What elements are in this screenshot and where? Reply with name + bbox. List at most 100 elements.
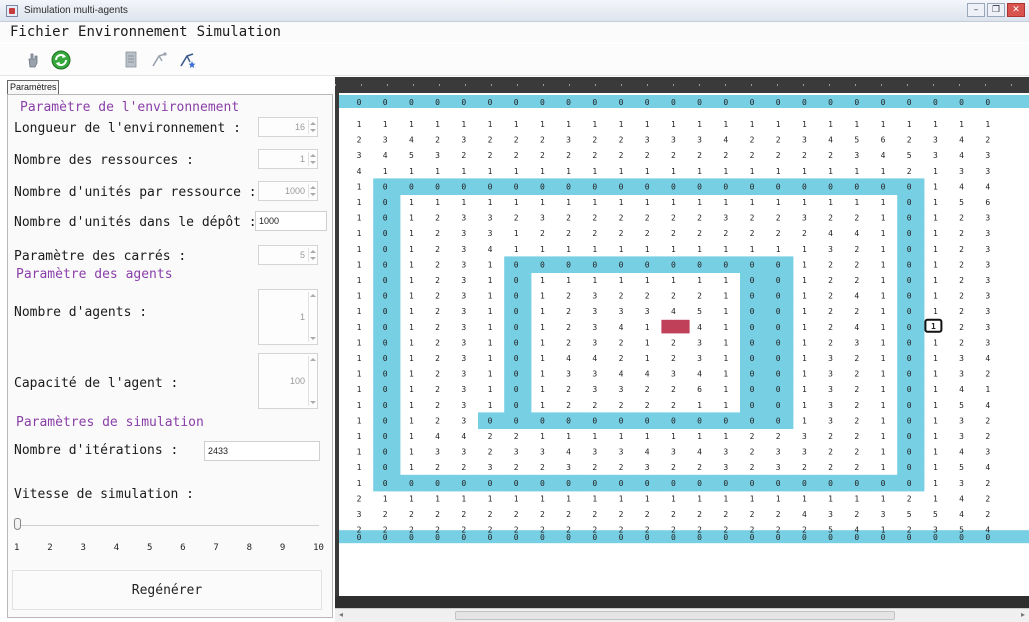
grid-cell: 2 — [671, 385, 676, 394]
ring-cell: 0 — [540, 260, 545, 269]
grid-cell: 1 — [933, 198, 938, 207]
grid-cell: 1 — [776, 198, 781, 207]
grid-cell: 3 — [802, 432, 807, 441]
grid-cell: 1 — [933, 120, 938, 129]
spinner-arrows-icon[interactable] — [308, 184, 316, 198]
grid-cell: 3 — [933, 136, 938, 145]
squares-stepper[interactable]: 5 — [258, 245, 318, 265]
grid-cell: 1 — [881, 526, 886, 535]
agent-capacity-stepper[interactable]: 100 — [258, 353, 318, 409]
grid-cell: 1 — [488, 167, 493, 176]
grid-cell: 3 — [697, 354, 702, 363]
grid-cell: 2 — [566, 323, 571, 332]
ring-cell: 0 — [907, 448, 912, 457]
speed-slider-track[interactable] — [14, 525, 319, 526]
ring-cell: 0 — [383, 432, 388, 441]
scroll-right-icon[interactable]: ▸ — [1021, 610, 1025, 619]
menu-environnement[interactable]: Environnement — [78, 24, 188, 40]
length-stepper[interactable]: 16 — [258, 117, 318, 137]
grid-cell: 1 — [933, 479, 938, 488]
grid-cell: 1 — [619, 245, 624, 254]
hand-icon[interactable] — [20, 47, 46, 73]
grid-cell: 1 — [723, 198, 728, 207]
ring-cell: 0 — [750, 276, 755, 285]
environment-grid[interactable]: 0 0 0 0 0 0 0 0 0 0 0 0 0 0 0 0 0 0 0 0 0 0 0 0 0 0 0 0 0 0 0 0 0 0 0 0 0 0 0 0… — [335, 93, 1029, 596]
grid-cell: 1 — [802, 292, 807, 301]
grid-cell: 3 — [461, 292, 466, 301]
grid-cell: 2 — [985, 479, 990, 488]
grid-cell: 1 — [723, 385, 728, 394]
ring-cell: 0 — [907, 323, 912, 332]
ring-cell: 0 — [619, 416, 624, 425]
grid-cell: 1 — [776, 494, 781, 503]
grid-cell: 3 — [985, 323, 990, 332]
ring-cell: 0 — [671, 479, 676, 488]
horizontal-scrollbar[interactable]: ◂ ▸ — [335, 608, 1029, 622]
ring-cell: 0 — [514, 260, 519, 269]
grid-cell: 2 — [985, 416, 990, 425]
grid-cell: 3 — [959, 354, 964, 363]
grid-cell: 3 — [461, 385, 466, 394]
grid-cell: 3 — [488, 229, 493, 238]
grid-cell: 2 — [776, 510, 781, 519]
grid-cell: 1 — [357, 307, 362, 316]
star-icon[interactable] — [174, 47, 200, 73]
grid-cell: 3 — [985, 229, 990, 238]
tab-parametres[interactable]: Paramètres — [7, 80, 59, 95]
scroll-left-icon[interactable]: ◂ — [339, 610, 343, 619]
spinner-arrows-icon[interactable] — [308, 356, 316, 406]
speed-slider-thumb[interactable] — [14, 518, 21, 530]
grid-cell: 3 — [671, 136, 676, 145]
units-depot-input[interactable]: 1000 — [255, 211, 327, 231]
grid-cell: 1 — [540, 245, 545, 254]
ring-cell: 0 — [383, 448, 388, 457]
iterations-input[interactable]: 2433 — [204, 441, 320, 461]
grid-cell: 1 — [409, 385, 414, 394]
ring-cell: 0 — [723, 182, 728, 191]
ring-cell: 0 — [409, 182, 414, 191]
grid-cell: 2 — [828, 214, 833, 223]
units-per-resource-stepper[interactable]: 1000 — [258, 181, 318, 201]
ring-cell: 0 — [776, 370, 781, 379]
agent-count-stepper[interactable]: 1 — [258, 289, 318, 345]
grid-cell: 2 — [854, 354, 859, 363]
spinner-arrows-icon[interactable] — [308, 292, 316, 342]
grid-cell: 1 — [723, 120, 728, 129]
grid-cell: 1 — [540, 338, 545, 347]
grid-cell: 1 — [697, 120, 702, 129]
document-icon[interactable] — [118, 47, 144, 73]
grid-cell: 3 — [985, 214, 990, 223]
grid-cell: 2 — [671, 214, 676, 223]
spinner-arrows-icon[interactable] — [308, 120, 316, 134]
menu-simulation[interactable]: Simulation — [197, 24, 281, 40]
spinner-arrows-icon[interactable] — [308, 152, 316, 166]
grid-cell: 1 — [854, 494, 859, 503]
regenerate-button[interactable]: Regénérer — [12, 570, 322, 610]
grid-cell: 2 — [488, 510, 493, 519]
grid-bottom-border — [335, 596, 1029, 608]
grid-cell: 1 — [566, 276, 571, 285]
grid-cell: 2 — [488, 432, 493, 441]
antenna-icon[interactable] — [146, 47, 172, 73]
grid-cell: 1 — [357, 448, 362, 457]
grid-cell: 2 — [776, 229, 781, 238]
grid-cell: 3 — [854, 338, 859, 347]
scrollbar-thumb[interactable] — [455, 611, 895, 620]
grid-cell: 3 — [776, 448, 781, 457]
ring-cell: 0 — [488, 182, 493, 191]
ring-cell: 0 — [723, 260, 728, 269]
grid-cell: 1 — [645, 245, 650, 254]
grid-cell: 4 — [619, 370, 624, 379]
menu-fichier[interactable]: Fichier — [10, 24, 69, 40]
restore-button[interactable]: ❐ — [987, 3, 1005, 17]
minimize-button[interactable]: – — [967, 3, 985, 17]
refresh-icon[interactable] — [48, 47, 74, 73]
resources-stepper[interactable]: 1 — [258, 149, 318, 169]
speed-tick: 4 — [113, 543, 120, 553]
speed-tick: 3 — [80, 543, 86, 553]
grid-cell: 3 — [723, 214, 728, 223]
grid-cell: 2 — [566, 526, 571, 535]
spinner-arrows-icon[interactable] — [308, 248, 316, 262]
parameters-panel: Paramètre de l'environnement Longueur de… — [7, 94, 333, 618]
close-button[interactable]: ✕ — [1007, 3, 1025, 17]
